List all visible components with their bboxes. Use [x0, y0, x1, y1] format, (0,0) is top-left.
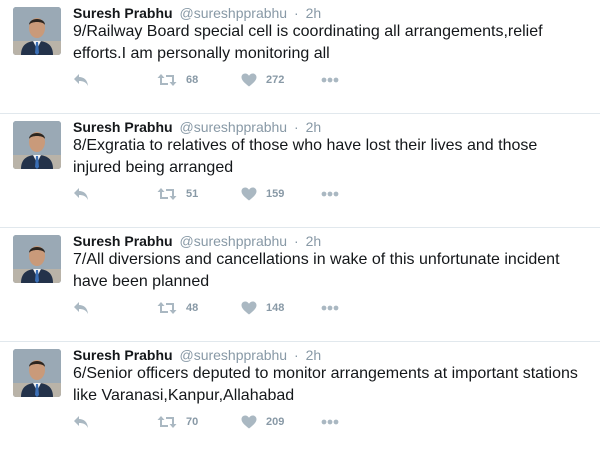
timestamp[interactable]: 2h: [306, 233, 322, 249]
more-dots-icon: [321, 419, 339, 425]
retweet-count: 68: [186, 74, 199, 86]
tweet-actions: 70 209: [73, 412, 373, 432]
heart-icon: [241, 415, 257, 429]
timestamp[interactable]: 2h: [306, 5, 322, 21]
retweet-icon: [157, 416, 177, 428]
tweet-header: Suresh Prabhu @sureshpprabhu · 2h: [73, 4, 321, 22]
author-handle[interactable]: @sureshpprabhu: [179, 347, 287, 363]
more-dots-icon: [321, 77, 339, 83]
like-button[interactable]: 209: [241, 412, 284, 432]
reply-button[interactable]: [73, 412, 89, 432]
author-name[interactable]: Suresh Prabhu: [73, 119, 173, 135]
tweet-actions: 48 148: [73, 298, 373, 318]
heart-icon: [241, 73, 257, 87]
tweet-timeline: Suresh Prabhu @sureshpprabhu · 2h 9/Rail…: [0, 0, 600, 459]
reply-button[interactable]: [73, 298, 89, 318]
author-handle[interactable]: @sureshpprabhu: [179, 119, 287, 135]
like-button[interactable]: 148: [241, 298, 284, 318]
like-count: 159: [266, 188, 285, 200]
avatar[interactable]: [13, 121, 61, 169]
reply-button[interactable]: [73, 184, 89, 204]
retweet-button[interactable]: 68: [157, 70, 198, 90]
tweet-header: Suresh Prabhu @sureshpprabhu · 2h: [73, 232, 321, 250]
tweet-actions: 68 272: [73, 70, 373, 90]
timestamp[interactable]: 2h: [306, 119, 322, 135]
more-button[interactable]: [321, 70, 339, 90]
more-button[interactable]: [321, 412, 339, 432]
like-count: 272: [266, 74, 285, 86]
reply-icon: [74, 188, 88, 200]
tweet[interactable]: Suresh Prabhu @sureshpprabhu · 2h 9/Rail…: [0, 0, 600, 114]
like-button[interactable]: 272: [241, 70, 284, 90]
reply-button[interactable]: [73, 70, 89, 90]
more-dots-icon: [321, 305, 339, 311]
retweet-button[interactable]: 70: [157, 412, 198, 432]
retweet-button[interactable]: 51: [157, 184, 198, 204]
heart-icon: [241, 301, 257, 315]
author-name[interactable]: Suresh Prabhu: [73, 233, 173, 249]
separator-dot: ·: [294, 347, 299, 363]
tweet-text: 9/Railway Board special cell is coordina…: [73, 23, 543, 62]
tweet[interactable]: Suresh Prabhu @sureshpprabhu · 2h 8/Exgr…: [0, 114, 600, 228]
retweet-count: 70: [186, 416, 199, 428]
timestamp[interactable]: 2h: [306, 347, 322, 363]
reply-icon: [74, 302, 88, 314]
separator-dot: ·: [294, 119, 299, 135]
reply-icon: [74, 416, 88, 428]
heart-icon: [241, 187, 257, 201]
retweet-button[interactable]: 48: [157, 298, 198, 318]
author-name[interactable]: Suresh Prabhu: [73, 347, 173, 363]
separator-dot: ·: [294, 233, 299, 249]
tweet-header: Suresh Prabhu @sureshpprabhu · 2h: [73, 346, 321, 364]
tweet-actions: 51 159: [73, 184, 373, 204]
retweet-count: 48: [186, 302, 199, 314]
like-button[interactable]: 159: [241, 184, 284, 204]
retweet-icon: [157, 302, 177, 314]
reply-icon: [74, 74, 88, 86]
separator-dot: ·: [294, 5, 299, 21]
tweet-text: 6/Senior officers deputed to monitor arr…: [73, 365, 578, 404]
more-button[interactable]: [321, 298, 339, 318]
avatar[interactable]: [13, 7, 61, 55]
author-handle[interactable]: @sureshpprabhu: [179, 233, 287, 249]
more-button[interactable]: [321, 184, 339, 204]
author-handle[interactable]: @sureshpprabhu: [179, 5, 287, 21]
like-count: 209: [266, 416, 285, 428]
retweet-icon: [157, 74, 177, 86]
avatar[interactable]: [13, 235, 61, 283]
retweet-icon: [157, 188, 177, 200]
like-count: 148: [266, 302, 285, 314]
tweet-text: 8/Exgratia to relatives of those who hav…: [73, 137, 538, 176]
tweet-header: Suresh Prabhu @sureshpprabhu · 2h: [73, 118, 321, 136]
more-dots-icon: [321, 191, 339, 197]
retweet-count: 51: [186, 188, 199, 200]
tweet-text: 7/All diversions and cancellations in wa…: [73, 251, 560, 290]
tweet[interactable]: Suresh Prabhu @sureshpprabhu · 2h 6/Seni…: [0, 342, 600, 459]
avatar[interactable]: [13, 349, 61, 397]
tweet[interactable]: Suresh Prabhu @sureshpprabhu · 2h 7/All …: [0, 228, 600, 342]
author-name[interactable]: Suresh Prabhu: [73, 5, 173, 21]
